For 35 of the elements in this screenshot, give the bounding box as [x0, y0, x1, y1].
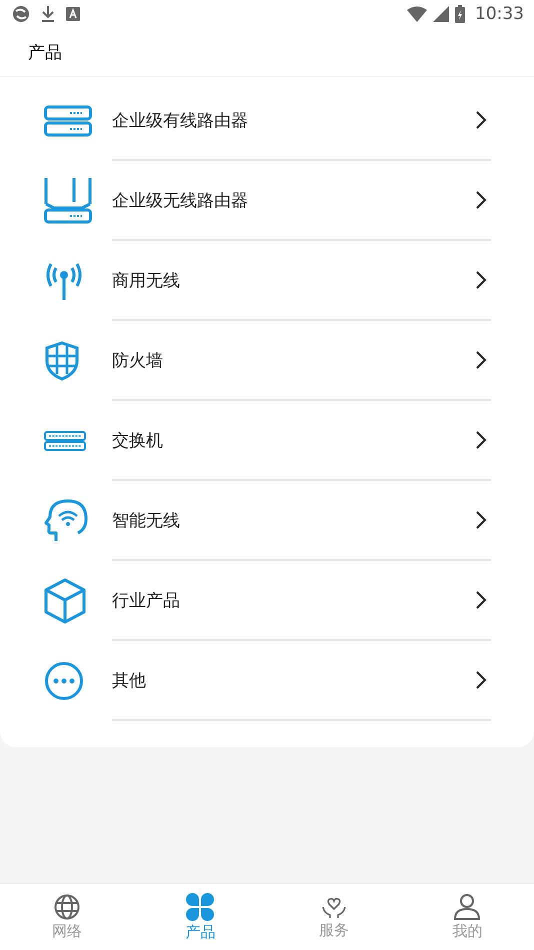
sync-icon	[12, 5, 30, 23]
shield-icon	[44, 341, 80, 381]
download-icon	[40, 5, 56, 23]
menu-item[interactable]: 交换机	[112, 428, 163, 452]
chevron-icon	[475, 430, 487, 450]
signal-icon	[433, 6, 449, 22]
chevron-icon	[475, 590, 487, 610]
battery-icon	[455, 5, 465, 23]
menu-item[interactable]: 智能无线	[112, 508, 180, 532]
menu-item[interactable]: 企业级无线路由器	[112, 188, 248, 212]
more-icon	[44, 661, 84, 701]
menu-item[interactable]: 防火墙	[112, 348, 163, 372]
antenna-icon	[44, 261, 84, 301]
chevron-icon	[475, 270, 487, 290]
globe-icon	[54, 894, 80, 920]
switch-icon	[44, 431, 86, 451]
wifi-icon	[407, 6, 427, 22]
chevron-icon	[475, 510, 487, 530]
chevron-icon	[475, 670, 487, 690]
person-icon	[453, 894, 482, 920]
menu-item[interactable]: 企业级有线路由器	[112, 108, 248, 132]
menu-item[interactable]: 其他	[112, 668, 146, 692]
cube-icon	[44, 578, 86, 624]
chevron-icon	[475, 350, 487, 370]
keyboard-icon	[66, 6, 80, 22]
router-icon	[44, 105, 92, 137]
menu-item[interactable]: 行业产品	[112, 588, 180, 612]
menu-item[interactable]: 商用无线	[112, 268, 180, 292]
chevron-icon	[475, 110, 487, 130]
head-wifi-icon	[44, 499, 88, 543]
router-antennas-icon	[44, 178, 92, 224]
clover-icon	[186, 892, 214, 920]
page-title: 产品	[28, 42, 62, 64]
chevron-icon	[475, 190, 487, 210]
clock-time: 10:33	[475, 4, 524, 24]
